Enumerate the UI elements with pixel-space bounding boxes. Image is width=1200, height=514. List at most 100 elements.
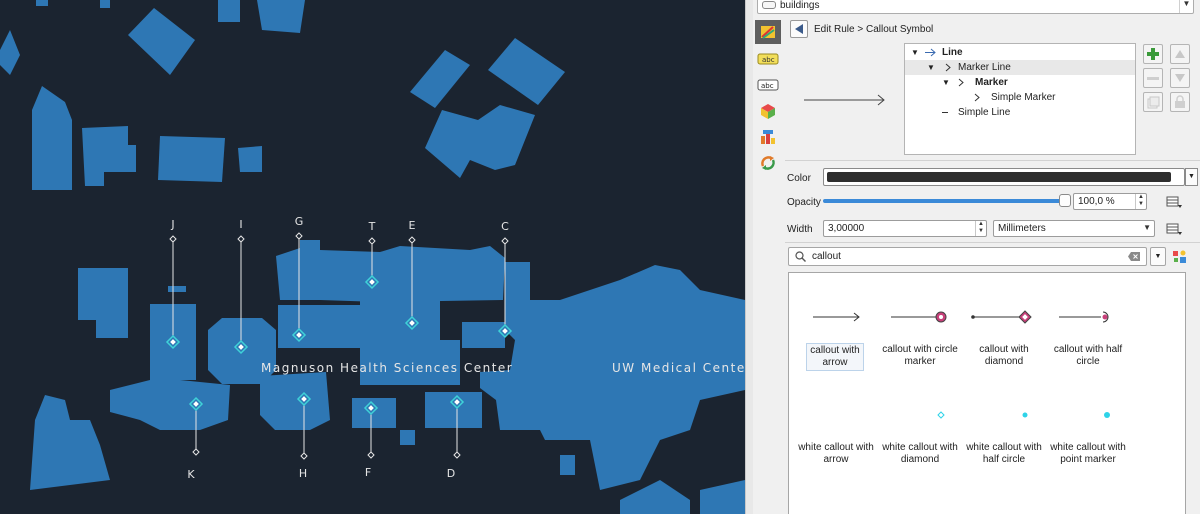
clear-icon[interactable] (1128, 252, 1140, 261)
data-defined-override-button[interactable] (1162, 221, 1184, 237)
map-canvas[interactable]: J I G T E C K H F D Magnuson Health Scie… (0, 0, 745, 514)
callout-label-i: I (239, 218, 243, 231)
move-up-button[interactable] (1170, 44, 1190, 64)
expand-icon[interactable]: ▼ (942, 75, 950, 90)
library-item-white-callout-point[interactable]: white callout with point marker (1045, 381, 1131, 471)
width-unit-value: Millimeters (998, 223, 1046, 234)
remove-layer-button[interactable] (1143, 68, 1163, 88)
simple-line-icon (942, 112, 948, 113)
library-item-callout-diamond[interactable]: callout with diamond (961, 283, 1047, 373)
abc-labels-icon: abc (757, 79, 779, 91)
3d-view-icon (761, 104, 775, 119)
tree-item-simple-line[interactable]: Simple Line (905, 105, 1135, 120)
style-manager-icon[interactable] (1172, 249, 1188, 265)
opacity-spinbox[interactable]: 100,0 % ▲ ▼ (1073, 193, 1147, 210)
building (462, 322, 505, 348)
symbol-layer-tree[interactable]: ▼ Line ▼ Marker Line ▼ Marker Simple Mar… (904, 43, 1136, 155)
tree-item-marker[interactable]: ▼ Marker (905, 75, 1135, 90)
chevron-down-icon[interactable]: ▼ (1179, 0, 1193, 13)
diagrams-tab[interactable] (755, 125, 781, 149)
building (620, 480, 690, 514)
library-item-white-callout-arrow[interactable]: white callout with arrow (793, 381, 879, 471)
symbol-search-input[interactable]: callout (788, 247, 1147, 266)
building (278, 305, 360, 348)
back-button[interactable] (790, 20, 808, 38)
side-tabs: abc abc (753, 20, 781, 180)
duplicate-layer-button[interactable] (1143, 92, 1163, 112)
callout-label-e: E (408, 219, 416, 232)
tree-label-line: Line (942, 47, 963, 58)
circle-marker-callout-icon (891, 311, 947, 323)
opacity-value: 100,0 % (1078, 196, 1115, 207)
opacity-slider-handle[interactable] (1059, 194, 1071, 207)
add-layer-button[interactable] (1143, 44, 1163, 64)
map-svg (0, 0, 745, 514)
symbology-tab[interactable] (755, 20, 781, 44)
callout-label-t: T (368, 220, 376, 233)
3d-view-tab[interactable] (755, 99, 781, 123)
library-item-white-callout-half-circle[interactable]: white callout with half circle (961, 381, 1047, 471)
layer-combo[interactable]: buildings ▼ (757, 0, 1194, 14)
width-unit-combo[interactable]: Millimeters ▼ (993, 220, 1155, 237)
chevron-down-icon[interactable]: ▼ (1185, 168, 1198, 186)
library-item-label: white callout with arrow (798, 442, 874, 465)
spin-arrows-icon[interactable]: ▲ ▼ (975, 221, 986, 236)
building (410, 50, 470, 108)
lock-icon (1175, 95, 1185, 108)
building (480, 262, 745, 490)
building (36, 0, 48, 6)
data-defined-override-button[interactable] (1162, 194, 1184, 210)
move-down-button[interactable] (1170, 68, 1190, 88)
minus-icon (1147, 77, 1159, 80)
tree-item-marker-line[interactable]: ▼ Marker Line (905, 60, 1135, 75)
search-filter-dropdown[interactable]: ▼ (1150, 247, 1166, 266)
diamond-callout-icon (971, 310, 1032, 324)
building (218, 0, 240, 22)
expand-icon[interactable]: ▼ (911, 45, 919, 60)
lock-layer-button[interactable] (1170, 92, 1190, 112)
color-button[interactable]: ▼ (823, 168, 1198, 186)
tree-item-line[interactable]: ▼ Line (905, 45, 1135, 60)
white-diamond-callout-icon (937, 411, 945, 419)
tree-label-marker: Marker (975, 77, 1008, 88)
diagrams-icon (761, 130, 775, 144)
library-item-callout-arrow[interactable]: callout with arrow (793, 283, 879, 373)
tree-label-marker-line: Marker Line (958, 62, 1011, 73)
callout-label-k: K (187, 468, 195, 481)
breadcrumb: Edit Rule > Callout Symbol (814, 24, 934, 35)
building (260, 372, 330, 430)
masks-tab[interactable]: abc (755, 73, 781, 97)
layer-styling-panel: buildings ▼ abc abc Edit Rule > Callout … (753, 0, 1200, 514)
marker-line-icon (945, 63, 951, 72)
white-arrow-callout-icon (793, 403, 879, 427)
rendering-tab[interactable] (755, 151, 781, 175)
labels-tab[interactable]: abc (755, 47, 781, 71)
tree-label-simple-line: Simple Line (958, 107, 1011, 118)
chevron-down-icon[interactable]: ▼ (1143, 223, 1151, 232)
spin-arrows-icon[interactable]: ▲ ▼ (1135, 194, 1146, 209)
line-symbol-icon (925, 48, 936, 57)
opacity-slider-track[interactable] (823, 199, 1065, 203)
library-item-white-callout-diamond[interactable]: white callout with diamond (877, 381, 963, 471)
panel-splitter[interactable] (745, 0, 753, 514)
symbol-library-list[interactable]: callout with arrow callout with circle m… (788, 272, 1186, 514)
building (0, 30, 20, 75)
tree-item-simple-marker[interactable]: Simple Marker (905, 90, 1135, 105)
arrow-callout-icon (813, 312, 860, 322)
building (100, 0, 110, 8)
search-value: callout (812, 251, 841, 262)
building (700, 480, 745, 514)
building (352, 398, 396, 428)
library-item-label: callout with half circle (1053, 344, 1123, 367)
width-spinbox[interactable]: 3,00000 ▲ ▼ (823, 220, 987, 237)
width-value: 3,00000 (828, 223, 865, 234)
labels-icon: abc (757, 53, 779, 65)
library-item-callout-half-circle[interactable]: callout with half circle (1045, 283, 1131, 373)
expand-icon[interactable]: ▼ (927, 60, 935, 75)
building (32, 86, 72, 190)
library-item-label: callout with diamond (979, 344, 1029, 367)
library-item-callout-circle[interactable]: callout with circle marker (877, 283, 963, 373)
arrow-preview-icon (804, 94, 885, 106)
color-swatch (827, 172, 1171, 182)
map-label-uw-medical-center: UW Medical Center (612, 361, 745, 375)
